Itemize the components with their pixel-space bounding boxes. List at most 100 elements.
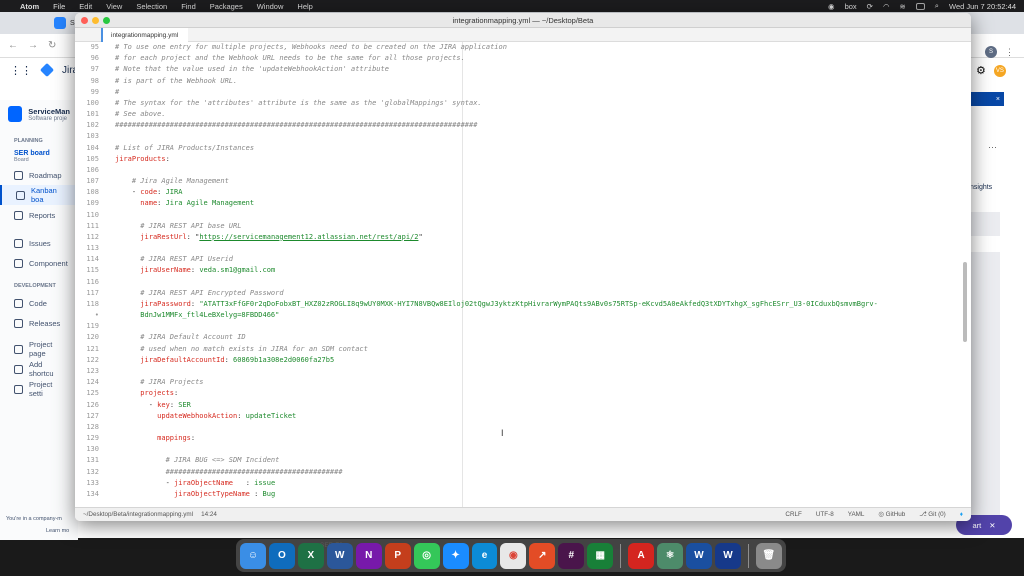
excel-icon[interactable]: X	[297, 542, 324, 569]
status-icon[interactable]: ◉	[828, 2, 835, 11]
code-line[interactable]	[115, 277, 965, 288]
code-line[interactable]	[115, 444, 965, 455]
code-line[interactable]	[115, 321, 965, 332]
sidebar-item-reports[interactable]: Reports	[0, 205, 78, 225]
code-line[interactable]	[115, 422, 965, 433]
board-selector[interactable]: SER board Board	[0, 148, 78, 165]
menu-edit[interactable]: Edit	[79, 2, 92, 11]
atom-icon[interactable]: ⚛	[657, 542, 684, 569]
jira-logo-icon[interactable]	[39, 62, 55, 78]
browser-tab-label[interactable]: S	[70, 20, 75, 27]
sidebar-item-releases[interactable]: Releases	[0, 313, 78, 333]
code-line[interactable]: # To use one entry for multiple projects…	[115, 42, 965, 53]
code-line[interactable]: # used when no match exists in JIRA for …	[115, 344, 965, 355]
menu-packages[interactable]: Packages	[210, 2, 243, 11]
vertical-scrollbar[interactable]	[963, 262, 967, 342]
trash-icon[interactable]: 🗑	[755, 542, 782, 569]
menubar-clock[interactable]: Wed Jun 7 20:52:44	[949, 2, 1016, 11]
onenote-icon[interactable]: N	[355, 542, 382, 569]
project-header[interactable]: ServiceMan Software proje	[0, 100, 78, 128]
code-line[interactable]: BdnJw1MMFx_ftl4LeBXelyg=8FBDD466"	[115, 310, 965, 321]
jira-tab-icon[interactable]	[54, 17, 66, 29]
twitter-icon[interactable]: ♦	[960, 511, 963, 518]
code-line[interactable]: mappings:	[115, 433, 965, 444]
safari-icon[interactable]: ✦	[442, 542, 469, 569]
code-line[interactable]	[115, 210, 965, 221]
sidebar-item-code[interactable]: Code	[0, 293, 78, 313]
code-line[interactable]: jiraDefaultAccountId: 60869b1a308e2d0060…	[115, 355, 965, 366]
reload-icon[interactable]: ↻	[48, 40, 56, 51]
code-line[interactable]: # Note that the value used in the 'updat…	[115, 64, 965, 75]
sync-icon[interactable]: ⟳	[867, 2, 873, 11]
status-github[interactable]: ◎ GitHub	[878, 511, 905, 518]
more-icon[interactable]: ···	[988, 142, 997, 152]
status-cursor-position[interactable]: 14:24	[201, 511, 217, 518]
chrome-icon[interactable]: ◉	[500, 542, 527, 569]
menu-file[interactable]: File	[53, 2, 65, 11]
app-grid-icon[interactable]: ⋮⋮	[10, 64, 32, 77]
menu-window[interactable]: Window	[257, 2, 284, 11]
banner-close[interactable]: ×	[970, 92, 1004, 106]
code-line[interactable]: ########################################…	[115, 120, 965, 131]
code-line[interactable]: # JIRA REST API Userid	[115, 254, 965, 265]
sheets-icon[interactable]: ▦	[587, 542, 614, 569]
code-line[interactable]: name: Jira Agile Management	[115, 198, 965, 209]
code-line[interactable]: # for each project and the Webhook URL n…	[115, 53, 965, 64]
code-area[interactable]: # To use one entry for multiple projects…	[115, 42, 965, 500]
messages-icon[interactable]: ◎	[413, 542, 440, 569]
box-icon[interactable]: box	[845, 2, 857, 11]
close-icon[interactable]: ×	[996, 96, 1000, 103]
sidebar-item-add-shortcut[interactable]: Add shortcu	[0, 359, 78, 379]
code-line[interactable]: jiraObjectTypeName : Bug	[115, 489, 965, 500]
battery-icon[interactable]	[915, 2, 925, 10]
menu-dots-icon[interactable]: ⋮	[1005, 47, 1014, 58]
headphones-icon[interactable]: ◠	[883, 2, 890, 11]
finder-icon[interactable]: ☺	[240, 542, 266, 569]
powerpoint-icon[interactable]: P	[384, 542, 411, 569]
code-line[interactable]	[115, 165, 965, 176]
insights-button[interactable]: nsights	[970, 184, 992, 191]
menu-view[interactable]: View	[106, 2, 122, 11]
code-line[interactable]: - code: JIRA	[115, 187, 965, 198]
code-editor[interactable]: 95 96 97 98 99 100 101 102 103 104 105 106 107 108 109…	[75, 42, 971, 509]
menu-help[interactable]: Help	[297, 2, 312, 11]
acrobat-icon[interactable]: A	[628, 542, 655, 569]
profile-s-avatar[interactable]: S	[985, 46, 997, 58]
sidebar-item-components[interactable]: Component	[0, 253, 78, 273]
sidebar-item-project-settings[interactable]: Project setti	[0, 379, 78, 399]
webstorm-icon-2[interactable]: W	[715, 542, 741, 569]
search-icon[interactable]: ⌕	[935, 1, 939, 11]
code-line[interactable]: ########################################…	[115, 467, 965, 478]
sidebar-item-issues[interactable]: Issues	[0, 233, 78, 253]
edge-icon[interactable]: e	[471, 542, 498, 569]
slack-icon[interactable]: #	[558, 542, 585, 569]
user-avatar[interactable]: VS	[993, 64, 1006, 77]
code-line[interactable]	[115, 366, 965, 377]
sidebar-item-kanban[interactable]: Kanban boa	[0, 185, 78, 205]
code-line[interactable]: # The syntax for the 'attributes' attrib…	[115, 98, 965, 109]
outlook-icon[interactable]: O	[268, 542, 295, 569]
jira-app-icon[interactable]: ↗	[529, 542, 556, 569]
status-file-path[interactable]: ~/Desktop/Beta/integrationmapping.yml	[83, 511, 193, 518]
sidebar-item-roadmap[interactable]: Roadmap	[0, 165, 78, 185]
code-line[interactable]: jiraUserName: veda.sm1@gmail.com	[115, 265, 965, 276]
settings-gear-icon[interactable]: ⚙	[976, 64, 986, 77]
code-line[interactable]: - jiraObjectName : issue	[115, 478, 965, 489]
close-icon[interactable]: ✕	[989, 521, 995, 530]
code-line[interactable]: # JIRA Projects	[115, 377, 965, 388]
code-line[interactable]: # JIRA REST API Encrypted Password	[115, 288, 965, 299]
code-line[interactable]: # JIRA BUG <=> SDM Incident	[115, 455, 965, 466]
code-line[interactable]: # Jira Agile Management	[115, 176, 965, 187]
tab-integrationmapping[interactable]: integrationmapping.yml	[101, 28, 189, 42]
word-icon[interactable]: W	[326, 542, 353, 569]
wifi-icon[interactable]: ≋	[900, 2, 906, 11]
menu-app-name[interactable]: Atom	[20, 2, 39, 11]
code-line[interactable]: # is part of the Webhook URL.	[115, 76, 965, 87]
status-line-ending[interactable]: CRLF	[785, 511, 801, 518]
status-grammar[interactable]: YAML	[848, 511, 865, 518]
code-line[interactable]	[115, 131, 965, 142]
code-line[interactable]: #	[115, 87, 965, 98]
learn-more-link[interactable]: Learn mo	[46, 528, 69, 534]
code-line[interactable]	[115, 243, 965, 254]
sidebar-item-project-pages[interactable]: Project page	[0, 339, 78, 359]
